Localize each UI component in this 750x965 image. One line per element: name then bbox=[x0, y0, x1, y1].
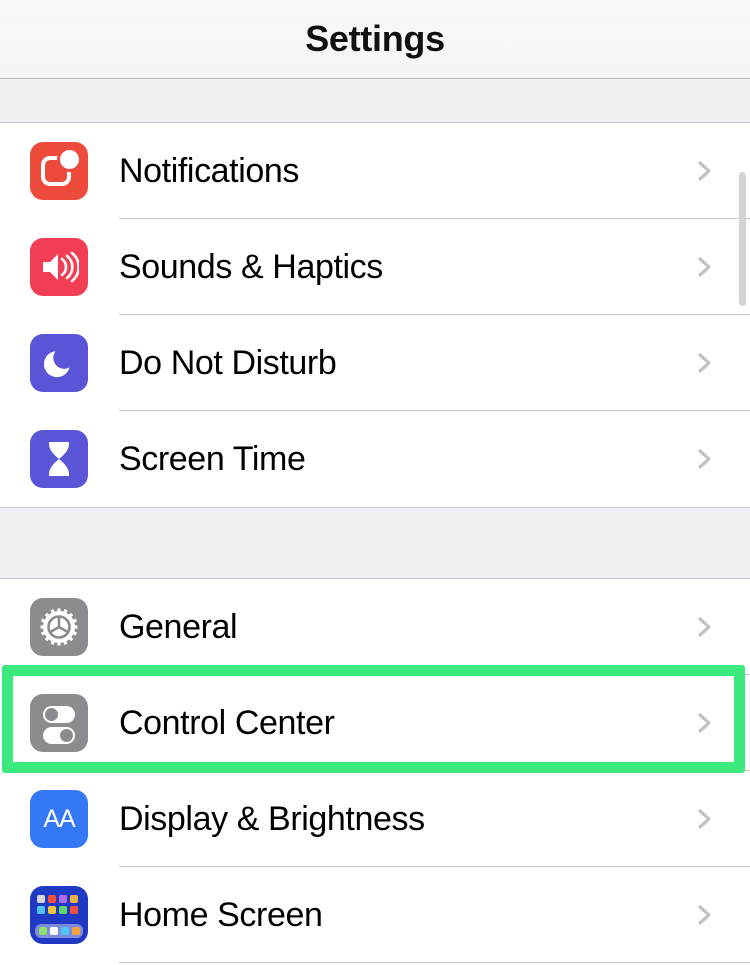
row-label: Home Screen bbox=[119, 896, 322, 935]
general-icon bbox=[30, 598, 88, 656]
navigation-bar: Settings bbox=[0, 0, 750, 79]
page-title: Settings bbox=[305, 18, 445, 60]
chevron-right-icon bbox=[695, 449, 715, 469]
home-screen-icon bbox=[30, 886, 88, 944]
settings-row-general[interactable]: General bbox=[0, 579, 750, 675]
row-label: Do Not Disturb bbox=[119, 344, 336, 383]
settings-row-display-brightness[interactable]: AA Display & Brightness bbox=[0, 771, 750, 867]
notifications-icon bbox=[30, 142, 88, 200]
settings-group-2: General Control Center AA Display & Brig… bbox=[0, 579, 750, 963]
settings-row-screen-time[interactable]: Screen Time bbox=[0, 411, 750, 507]
group-spacer-top bbox=[0, 79, 750, 123]
chevron-right-icon bbox=[695, 353, 715, 373]
settings-row-notifications[interactable]: Notifications bbox=[0, 123, 750, 219]
display-icon-label: AA bbox=[43, 805, 74, 834]
row-label: Notifications bbox=[119, 152, 299, 191]
do-not-disturb-icon bbox=[30, 334, 88, 392]
chevron-right-icon bbox=[695, 809, 715, 829]
group-spacer-middle bbox=[0, 507, 750, 579]
chevron-right-icon bbox=[695, 257, 715, 277]
settings-row-home-screen[interactable]: Home Screen bbox=[0, 867, 750, 963]
chevron-right-icon bbox=[695, 713, 715, 733]
display-brightness-icon: AA bbox=[30, 790, 88, 848]
control-center-icon bbox=[30, 694, 88, 752]
row-label: General bbox=[119, 608, 237, 647]
row-separator bbox=[119, 962, 750, 963]
row-label: Screen Time bbox=[119, 440, 305, 479]
row-label: Control Center bbox=[119, 704, 335, 743]
sounds-haptics-icon bbox=[30, 238, 88, 296]
chevron-right-icon bbox=[695, 161, 715, 181]
settings-group-1: Notifications Sounds & Haptics Do Not Di… bbox=[0, 123, 750, 507]
screen-time-icon bbox=[30, 430, 88, 488]
row-label: Display & Brightness bbox=[119, 800, 425, 839]
vertical-scrollbar[interactable] bbox=[739, 172, 746, 306]
settings-row-do-not-disturb[interactable]: Do Not Disturb bbox=[0, 315, 750, 411]
settings-row-sounds-haptics[interactable]: Sounds & Haptics bbox=[0, 219, 750, 315]
settings-row-control-center[interactable]: Control Center bbox=[0, 675, 750, 771]
row-label: Sounds & Haptics bbox=[119, 248, 383, 287]
chevron-right-icon bbox=[695, 617, 715, 637]
chevron-right-icon bbox=[695, 905, 715, 925]
